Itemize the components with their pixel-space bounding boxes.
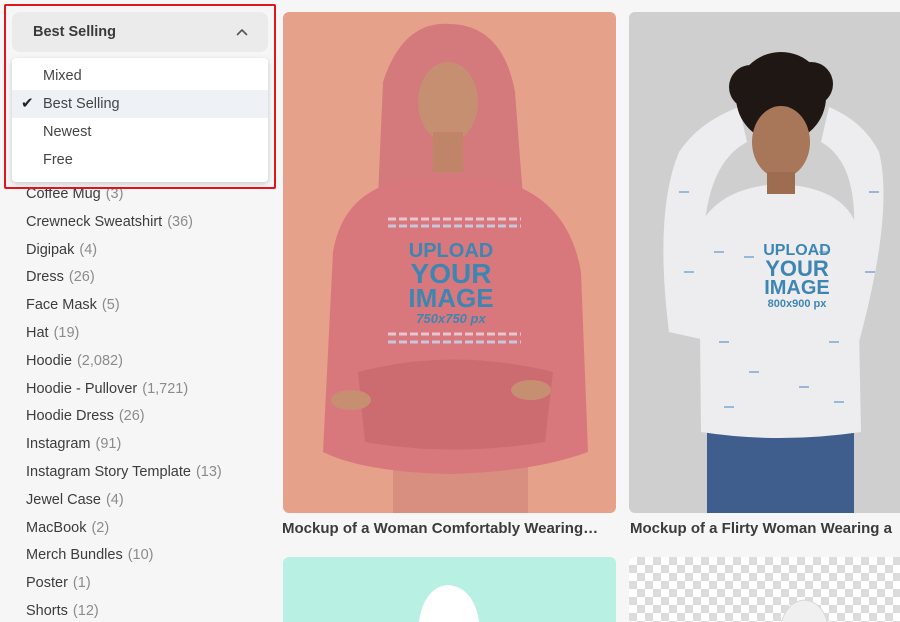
category-label: Instagram Story Template [26, 463, 191, 480]
category-count: (19) [53, 324, 80, 341]
category-item[interactable]: Poster (1) [26, 571, 266, 599]
category-item[interactable]: MacBook (2) [26, 516, 266, 544]
category-count: (4) [79, 241, 98, 258]
category-label: Dress [26, 269, 64, 286]
category-label: Hoodie Dress [26, 408, 114, 425]
category-count: (1,721) [142, 380, 189, 397]
category-list: Coffee Mug (3) Crewneck Sweatshirt (36) Digi… [26, 182, 266, 622]
sidebar: Coffee Mug (3) Crewneck Sweatshirt (36) Digi… [0, 0, 276, 622]
category-label: Shorts [26, 602, 68, 619]
upload-size-2: 800x900 px [768, 298, 828, 310]
category-item[interactable]: Hat (19) [26, 321, 266, 349]
product-image[interactable] [629, 557, 900, 622]
category-item[interactable]: Crewneck Sweatshirt (36) [26, 210, 266, 238]
category-label: Instagram [26, 436, 91, 453]
category-count: (36) [167, 213, 193, 230]
category-item[interactable]: Jewel Case (4) [26, 488, 266, 516]
sort-dropdown-label: Best Selling [33, 24, 116, 40]
sort-option-label: Best Selling [43, 96, 120, 112]
category-count: (26) [68, 269, 95, 286]
category-label: Digipak [26, 241, 75, 258]
category-item[interactable]: Hoodie Dress (26) [26, 404, 266, 432]
product-title[interactable]: Mockup of a Flirty Woman Wearing a [630, 520, 900, 537]
category-item[interactable]: Instagram Story Template (13) [26, 460, 266, 488]
product-image[interactable]: UPLOAD YOUR IMAGE 750x750 px [283, 12, 616, 513]
sort-option-label: Mixed [43, 68, 82, 84]
sort-dropdown-menu: Mixed ✔ Best Selling Newest Free [12, 58, 268, 182]
category-item[interactable]: Dress (26) [26, 265, 266, 293]
category-item[interactable]: Hoodie - Pullover (1,721) [26, 377, 266, 405]
product-image[interactable]: UPLOAD YOUR IMAGE 800x900 px [629, 12, 900, 513]
category-count: (26) [118, 408, 145, 425]
category-label: Crewneck Sweatshirt [26, 213, 163, 230]
checkmark-icon: ✔ [21, 95, 34, 112]
sort-option[interactable]: Newest [12, 118, 268, 146]
category-label: Face Mask [26, 297, 97, 314]
upload-text-3: IMAGE [408, 283, 493, 313]
category-count: (13) [195, 463, 222, 480]
sort-option[interactable]: Mixed [12, 62, 268, 90]
chevron-up-icon [236, 29, 248, 36]
category-item[interactable]: Hoodie (2,082) [26, 349, 266, 377]
page: Coffee Mug (3) Crewneck Sweatshirt (36) Digi… [0, 0, 900, 622]
sort-dropdown-button[interactable]: Best Selling [12, 12, 268, 52]
category-item[interactable]: Merch Bundles (10) [26, 543, 266, 571]
product-image[interactable] [283, 557, 616, 622]
category-item[interactable]: Digipak (4) [26, 238, 266, 266]
category-count: (12) [72, 602, 99, 619]
category-count: (5) [101, 297, 120, 314]
category-count: (4) [105, 491, 124, 508]
category-label: MacBook [26, 519, 87, 536]
upload-size-1: 750x750 px [416, 311, 486, 326]
category-count: (10) [127, 547, 154, 564]
category-item[interactable]: Face Mask (5) [26, 293, 266, 321]
sort-option-label: Newest [43, 124, 92, 140]
category-count: (2,082) [76, 352, 123, 369]
category-label: Hoodie - Pullover [26, 380, 138, 397]
category-label: Hoodie [26, 352, 72, 369]
sort-option[interactable]: Free [12, 146, 268, 174]
category-count: (91) [95, 436, 122, 453]
upload-text-3: IMAGE [764, 277, 830, 299]
category-label: Poster [26, 575, 68, 592]
category-count: (2) [91, 519, 110, 536]
category-label: Jewel Case [26, 491, 101, 508]
sort-option-label: Free [43, 152, 73, 168]
category-item[interactable]: Shorts (12) [26, 599, 266, 622]
category-label: Merch Bundles [26, 547, 123, 564]
category-count: (1) [72, 575, 91, 592]
category-label: Hat [26, 324, 49, 341]
sort-option[interactable]: ✔ Best Selling [12, 90, 268, 118]
category-item[interactable]: Instagram (91) [26, 432, 266, 460]
product-title[interactable]: Mockup of a Woman Comfortably Wearing… [282, 520, 620, 537]
